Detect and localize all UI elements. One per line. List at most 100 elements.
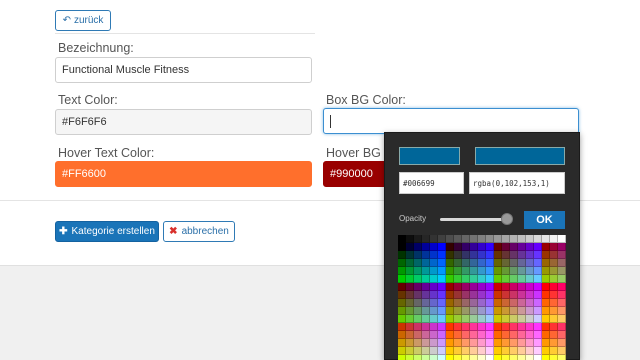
palette-swatch[interactable] xyxy=(462,299,470,307)
palette-swatch[interactable] xyxy=(550,243,558,251)
palette-swatch[interactable] xyxy=(486,259,494,267)
palette-swatch[interactable] xyxy=(454,259,462,267)
palette-swatch[interactable] xyxy=(494,267,502,275)
palette-swatch[interactable] xyxy=(438,299,446,307)
palette-swatch[interactable] xyxy=(542,355,550,360)
palette-swatch[interactable] xyxy=(526,331,534,339)
palette-swatch[interactable] xyxy=(550,291,558,299)
hover-text-color-input[interactable]: #FF6600 xyxy=(55,161,312,187)
palette-swatch[interactable] xyxy=(526,275,534,283)
palette-swatch[interactable] xyxy=(502,307,510,315)
palette-swatch[interactable] xyxy=(462,275,470,283)
palette-swatch[interactable] xyxy=(430,331,438,339)
palette-swatch[interactable] xyxy=(478,235,486,243)
palette-swatch[interactable] xyxy=(534,267,542,275)
palette-swatch[interactable] xyxy=(550,267,558,275)
palette-swatch[interactable] xyxy=(502,235,510,243)
palette-swatch[interactable] xyxy=(526,323,534,331)
palette-swatch[interactable] xyxy=(430,251,438,259)
palette-swatch[interactable] xyxy=(422,307,430,315)
palette-swatch[interactable] xyxy=(518,315,526,323)
palette-swatch[interactable] xyxy=(454,251,462,259)
palette-swatch[interactable] xyxy=(462,315,470,323)
palette-swatch[interactable] xyxy=(470,251,478,259)
palette-swatch[interactable] xyxy=(534,307,542,315)
palette-swatch[interactable] xyxy=(486,331,494,339)
palette-swatch[interactable] xyxy=(438,259,446,267)
palette-swatch[interactable] xyxy=(422,355,430,360)
palette-swatch[interactable] xyxy=(422,243,430,251)
hover-bg-color-input[interactable]: #990000 xyxy=(323,161,393,187)
palette-swatch[interactable] xyxy=(406,291,414,299)
ok-button[interactable]: OK xyxy=(524,211,565,229)
palette-swatch[interactable] xyxy=(446,251,454,259)
palette-swatch[interactable] xyxy=(414,339,422,347)
palette-swatch[interactable] xyxy=(526,235,534,243)
palette-swatch[interactable] xyxy=(414,323,422,331)
palette-swatch[interactable] xyxy=(486,267,494,275)
palette-swatch[interactable] xyxy=(502,283,510,291)
palette-swatch[interactable] xyxy=(454,307,462,315)
palette-swatch[interactable] xyxy=(502,315,510,323)
palette-swatch[interactable] xyxy=(438,339,446,347)
palette-swatch[interactable] xyxy=(446,291,454,299)
palette-swatch[interactable] xyxy=(454,315,462,323)
palette-swatch[interactable] xyxy=(550,283,558,291)
palette-swatch[interactable] xyxy=(406,355,414,360)
palette-swatch[interactable] xyxy=(430,259,438,267)
palette-swatch[interactable] xyxy=(542,331,550,339)
palette-swatch[interactable] xyxy=(510,267,518,275)
palette-swatch[interactable] xyxy=(542,243,550,251)
palette-swatch[interactable] xyxy=(478,259,486,267)
palette-swatch[interactable] xyxy=(414,243,422,251)
palette-swatch[interactable] xyxy=(518,235,526,243)
palette-swatch[interactable] xyxy=(470,259,478,267)
palette-swatch[interactable] xyxy=(470,243,478,251)
palette-swatch[interactable] xyxy=(534,251,542,259)
palette-swatch[interactable] xyxy=(398,307,406,315)
palette-swatch[interactable] xyxy=(534,299,542,307)
palette-swatch[interactable] xyxy=(526,267,534,275)
palette-swatch[interactable] xyxy=(470,323,478,331)
palette-swatch[interactable] xyxy=(494,347,502,355)
palette-swatch[interactable] xyxy=(494,291,502,299)
palette-swatch[interactable] xyxy=(502,339,510,347)
palette-swatch[interactable] xyxy=(462,339,470,347)
box-bg-color-input[interactable] xyxy=(323,108,579,134)
palette-swatch[interactable] xyxy=(494,283,502,291)
palette-swatch[interactable] xyxy=(406,339,414,347)
palette-swatch[interactable] xyxy=(518,339,526,347)
palette-swatch[interactable] xyxy=(430,299,438,307)
palette-swatch[interactable] xyxy=(550,299,558,307)
palette-swatch[interactable] xyxy=(558,243,566,251)
palette-swatch[interactable] xyxy=(422,339,430,347)
palette-swatch[interactable] xyxy=(542,267,550,275)
palette-swatch[interactable] xyxy=(438,235,446,243)
palette-swatch[interactable] xyxy=(518,259,526,267)
palette-swatch[interactable] xyxy=(486,307,494,315)
palette-swatch[interactable] xyxy=(534,259,542,267)
palette-swatch[interactable] xyxy=(502,299,510,307)
palette-swatch[interactable] xyxy=(446,259,454,267)
palette-swatch[interactable] xyxy=(462,323,470,331)
palette-swatch[interactable] xyxy=(534,331,542,339)
palette-swatch[interactable] xyxy=(430,355,438,360)
palette-swatch[interactable] xyxy=(430,323,438,331)
palette-swatch[interactable] xyxy=(518,307,526,315)
palette-swatch[interactable] xyxy=(510,275,518,283)
palette-swatch[interactable] xyxy=(406,283,414,291)
palette-swatch[interactable] xyxy=(486,283,494,291)
palette-swatch[interactable] xyxy=(406,267,414,275)
palette-swatch[interactable] xyxy=(406,315,414,323)
palette-swatch[interactable] xyxy=(542,291,550,299)
palette-swatch[interactable] xyxy=(558,291,566,299)
palette-swatch[interactable] xyxy=(406,307,414,315)
palette-swatch[interactable] xyxy=(406,235,414,243)
palette-swatch[interactable] xyxy=(494,243,502,251)
palette-swatch[interactable] xyxy=(486,315,494,323)
palette-swatch[interactable] xyxy=(518,331,526,339)
palette-swatch[interactable] xyxy=(550,315,558,323)
palette-swatch[interactable] xyxy=(398,355,406,360)
palette-swatch[interactable] xyxy=(454,275,462,283)
palette-swatch[interactable] xyxy=(422,235,430,243)
